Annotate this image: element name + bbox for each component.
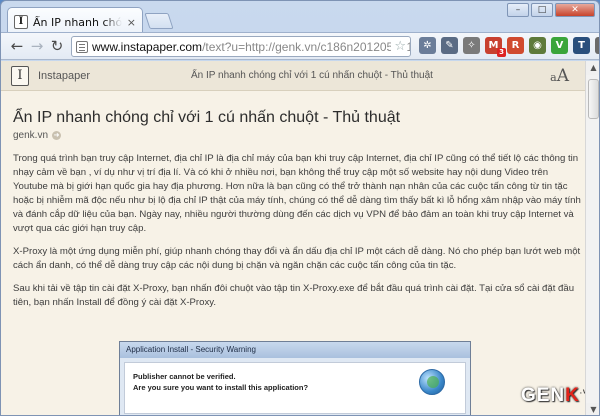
bookmark-star-icon[interactable]: ☆: [391, 39, 406, 54]
article-paragraph: Sau khi tải về tập tin cài đặt X-Proxy, …: [13, 283, 575, 308]
url-path: /text?u=http://genk.vn/c186n201205021046…: [202, 39, 410, 54]
address-bar[interactable]: www.instapaper.com /text?u=http://genk.v…: [71, 36, 411, 57]
watermark-main: GEN: [520, 385, 566, 406]
close-window-button[interactable]: ✕: [555, 3, 595, 17]
feather-icon[interactable]: ✧: [463, 37, 480, 54]
url-host: www.instapaper.com: [92, 39, 203, 54]
unread-count-badge: 3: [497, 48, 506, 57]
maximize-button[interactable]: □: [531, 3, 553, 17]
browser-window: I Ẩn IP nhanh chóng chỉ với 1 cú nhấn ch…: [0, 0, 600, 416]
dialog-title: Application Install - Security Warning: [120, 342, 470, 358]
extension-icons: ✲ ✎ ✧ M3R ◉ VT ⚙: [419, 37, 599, 57]
vertical-scrollbar[interactable]: ▲ ▼: [585, 61, 599, 415]
dialog-line-2: Are you sure you want to install this ap…: [133, 383, 309, 392]
article-source: genk.vn ➜: [13, 130, 583, 141]
tab-close-icon[interactable]: ×: [127, 16, 136, 29]
header-article-title: Ẩn IP nhanh chóng chỉ với 1 cú nhấn chuộ…: [191, 70, 433, 81]
vine-icon[interactable]: V: [551, 37, 568, 54]
source-link[interactable]: genk.vn: [13, 130, 48, 141]
instapaper-favicon-icon: I: [14, 15, 28, 29]
minimize-button[interactable]: –: [507, 3, 529, 17]
page-viewport: I Instapaper Ẩn IP nhanh chóng chỉ với 1…: [1, 61, 599, 415]
font-size-large: A: [556, 66, 569, 86]
window-controls: – □ ✕: [507, 3, 595, 17]
reload-button[interactable]: ↻: [47, 36, 67, 56]
font-size-button[interactable]: aA: [550, 66, 569, 86]
article-image-security-warning: Application Install - Security Warning P…: [119, 341, 471, 415]
scrollbar-thumb[interactable]: [588, 79, 599, 119]
watermark-accent: K: [565, 385, 580, 406]
article-paragraph: X-Proxy là một ứng dụng miễn phí, giúp n…: [13, 246, 581, 271]
scroll-down-icon[interactable]: ▼: [586, 403, 599, 415]
pin-icon[interactable]: ✎: [441, 37, 458, 54]
article: Ẩn IP nhanh chóng chỉ với 1 cú nhấn chuộ…: [13, 109, 583, 319]
back-button[interactable]: ←: [7, 36, 27, 56]
puzzle-icon[interactable]: ✲: [419, 37, 436, 54]
instapaper-logo-icon[interactable]: I: [11, 65, 29, 86]
text-icon[interactable]: T: [573, 37, 590, 54]
article-title: Ẩn IP nhanh chóng chỉ với 1 cú nhấn chuộ…: [13, 109, 401, 126]
reader-icon[interactable]: R: [507, 37, 524, 54]
tab-active[interactable]: I Ẩn IP nhanh chóng chỉ với 1 cú nhấn ch…: [7, 7, 143, 32]
wrench-icon[interactable]: ⚙: [595, 37, 599, 54]
forward-button[interactable]: →: [27, 36, 47, 56]
genk-watermark: GENK.vn: [521, 385, 593, 407]
arrow-right-icon[interactable]: ➜: [52, 131, 62, 140]
tab-strip: I Ẩn IP nhanh chóng chỉ với 1 cú nhấn ch…: [1, 1, 599, 32]
article-paragraph: Trong quá trình bạn truy cập Internet, đ…: [13, 153, 581, 234]
camera-icon[interactable]: ◉: [529, 37, 546, 54]
browser-toolbar: ← → ↻ www.instapaper.com /text?u=http://…: [1, 32, 599, 60]
globe-icon: [419, 369, 445, 395]
instapaper-brand-link[interactable]: Instapaper: [38, 70, 90, 82]
instapaper-header: I Instapaper Ẩn IP nhanh chóng chỉ với 1…: [1, 61, 585, 91]
dialog-body: Publisher cannot be verified. Are you su…: [124, 362, 466, 414]
gmail-icon[interactable]: M3: [485, 37, 506, 57]
dialog-line-1: Publisher cannot be verified.: [133, 372, 236, 381]
tab-title: Ẩn IP nhanh chóng chỉ với 1 cú nhấn chuộ…: [33, 15, 122, 29]
new-tab-button[interactable]: [144, 13, 174, 29]
page-icon: [76, 40, 88, 53]
scroll-up-icon[interactable]: ▲: [586, 61, 599, 75]
